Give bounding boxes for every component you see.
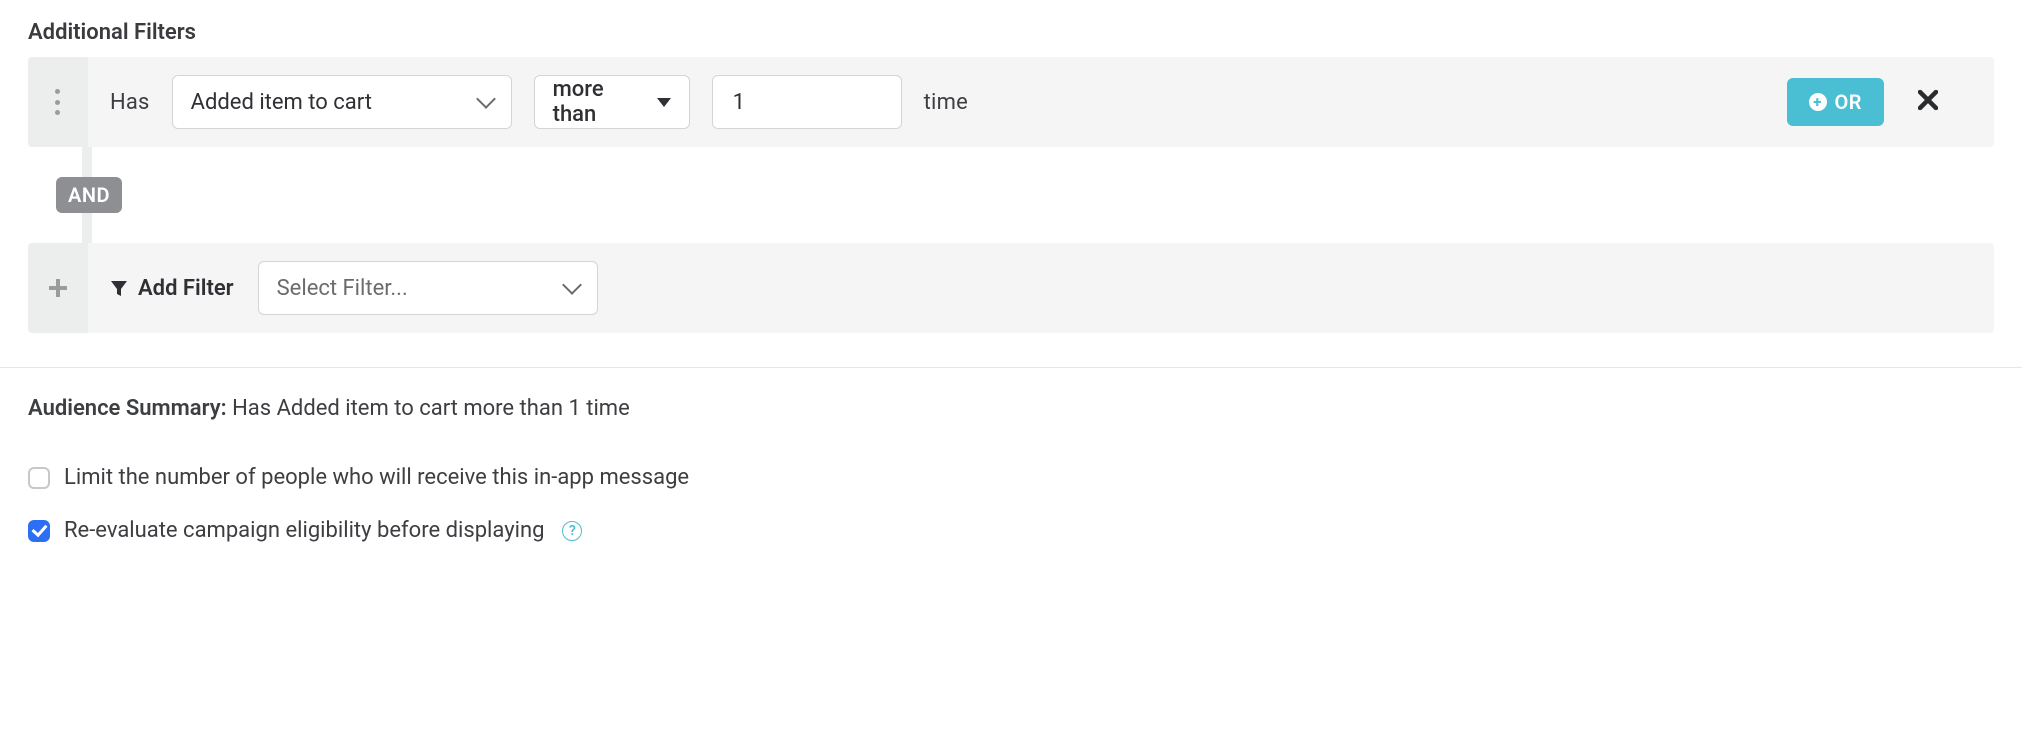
- event-select[interactable]: Added item to cart: [172, 75, 512, 129]
- filter-type-select[interactable]: Select Filter...: [258, 261, 598, 315]
- summary-label: Audience Summary:: [28, 396, 227, 421]
- audience-summary: Audience Summary: Has Added item to cart…: [28, 396, 1994, 421]
- connector: AND: [28, 147, 1994, 243]
- add-filter-label: Add Filter: [110, 276, 234, 301]
- filter-type-placeholder: Select Filter...: [277, 276, 408, 301]
- divider: [0, 367, 2022, 368]
- help-icon[interactable]: ?: [562, 521, 582, 541]
- filter-row: Has Added item to cart more than time + …: [28, 57, 1994, 147]
- close-icon: [1918, 90, 1938, 110]
- chevron-down-icon: [476, 89, 496, 109]
- and-badge: AND: [56, 177, 122, 213]
- caret-down-icon: [657, 98, 671, 107]
- filter-prefix: Has: [110, 90, 150, 115]
- limit-checkbox-label: Limit the number of people who will rece…: [64, 465, 689, 490]
- comparison-select-value: more than: [553, 77, 645, 127]
- or-button[interactable]: + OR: [1787, 78, 1885, 126]
- or-button-label: OR: [1835, 90, 1863, 114]
- count-input-wrap: [712, 75, 902, 129]
- event-select-value: Added item to cart: [191, 90, 372, 115]
- add-filter-handle[interactable]: [28, 243, 88, 333]
- reevaluate-checkbox-row: Re-evaluate campaign eligibility before …: [28, 518, 1994, 543]
- plus-circle-icon: +: [1809, 93, 1827, 111]
- remove-filter-button[interactable]: [1918, 90, 1938, 114]
- reevaluate-checkbox-label: Re-evaluate campaign eligibility before …: [64, 518, 544, 543]
- summary-text: Has Added item to cart more than 1 time: [232, 396, 630, 421]
- filter-suffix: time: [924, 90, 968, 115]
- add-filter-row: Add Filter Select Filter...: [28, 243, 1994, 333]
- chevron-down-icon: [562, 275, 582, 295]
- add-filter-text: Add Filter: [138, 276, 234, 301]
- drag-handle[interactable]: [28, 57, 88, 147]
- comparison-select[interactable]: more than: [534, 75, 690, 129]
- reevaluate-checkbox[interactable]: [28, 520, 50, 542]
- limit-checkbox[interactable]: [28, 467, 50, 489]
- plus-icon: [49, 279, 67, 297]
- count-input[interactable]: [731, 89, 883, 116]
- drag-dots-icon: [55, 89, 61, 115]
- limit-checkbox-row: Limit the number of people who will rece…: [28, 465, 1994, 490]
- funnel-icon: [110, 279, 128, 297]
- section-title: Additional Filters: [28, 20, 1994, 45]
